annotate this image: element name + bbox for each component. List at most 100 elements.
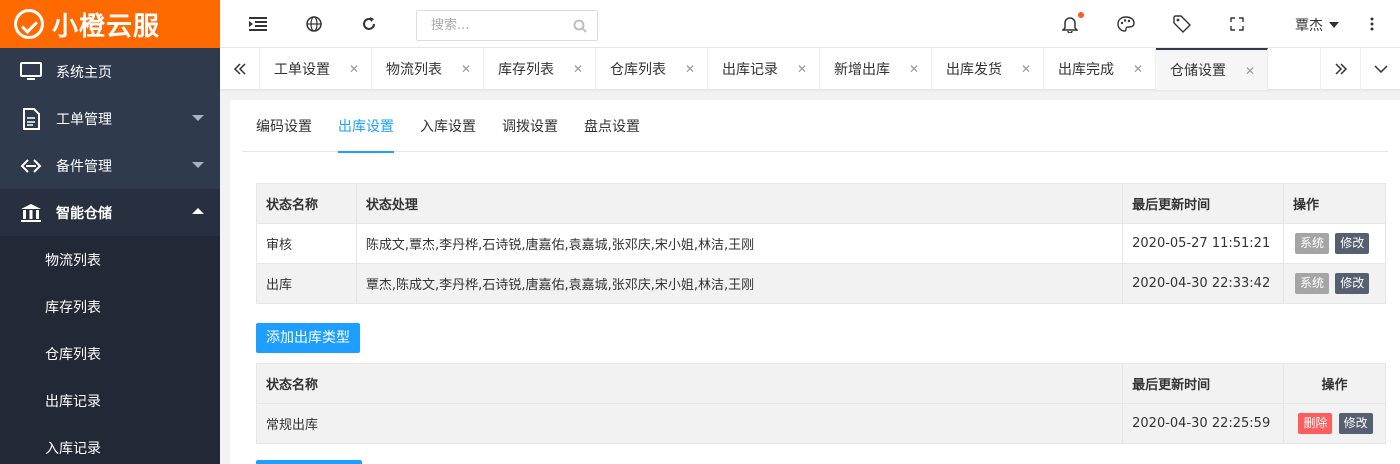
- globe-icon[interactable]: [304, 14, 324, 34]
- tab-label: 仓库列表: [610, 62, 666, 78]
- tag-icon[interactable]: [1172, 14, 1192, 34]
- tab-label: 出库记录: [722, 62, 778, 78]
- type-name: 常规出库: [255, 403, 1124, 444]
- submenu-item-inventory[interactable]: 库存列表: [0, 283, 220, 330]
- close-icon[interactable]: ✕: [1133, 62, 1143, 76]
- status-name: 审核: [256, 223, 357, 264]
- tab-outbound-records[interactable]: 出库记录 ✕: [708, 48, 820, 90]
- updated-time: 2020-05-27 11:51:21: [1122, 223, 1285, 264]
- row-actions: 系统 修改: [1283, 263, 1386, 304]
- notification-dot: [1078, 12, 1084, 18]
- table-row: 常规出库 2020-04-30 22:25:59 删除 修改: [255, 403, 1386, 444]
- chevron-down-icon: [192, 162, 204, 168]
- close-icon[interactable]: ✕: [461, 62, 471, 76]
- tab-label: 新增出库: [834, 62, 890, 78]
- refresh-icon[interactable]: [359, 14, 379, 34]
- system-button[interactable]: 系统: [1295, 233, 1330, 254]
- column-header: 状态名称: [256, 183, 357, 224]
- add-button-partial[interactable]: [256, 460, 362, 464]
- submenu-item-inbound-records[interactable]: 入库记录: [0, 424, 220, 464]
- edit-button[interactable]: 修改: [1335, 273, 1370, 294]
- tab-new-outbound[interactable]: 新增出库 ✕: [820, 48, 932, 90]
- logo-icon: [14, 9, 44, 39]
- top-bar: 覃杰: [220, 0, 1400, 48]
- updated-time: 2020-04-30 22:33:42: [1122, 263, 1285, 304]
- system-button[interactable]: 系统: [1295, 273, 1330, 294]
- delete-button[interactable]: 删除: [1298, 413, 1333, 434]
- palette-icon[interactable]: [1116, 14, 1136, 34]
- sidebar-item-label: 系统主页: [56, 64, 112, 81]
- submenu-item-logistics[interactable]: 物流列表: [0, 236, 220, 283]
- sidebar-item-label: 工单管理: [56, 111, 112, 128]
- close-icon[interactable]: ✕: [573, 62, 583, 76]
- subtab-stocktake-settings[interactable]: 盘点设置: [571, 100, 653, 152]
- tabs-scroll-right-icon[interactable]: [1320, 48, 1360, 90]
- subtab-code-settings[interactable]: 编码设置: [242, 100, 325, 152]
- search-box: [416, 10, 598, 41]
- submenu-item-warehouses[interactable]: 仓库列表: [0, 330, 220, 377]
- tab-label: 库存列表: [498, 62, 554, 78]
- search-input[interactable]: [417, 11, 567, 40]
- tab-warehouse-list[interactable]: 仓库列表 ✕: [596, 48, 708, 90]
- table-header-row: 状态名称 状态处理 最后更新时间 操作: [256, 183, 1386, 224]
- username: 覃杰: [1295, 18, 1323, 34]
- link-icon: [20, 155, 42, 177]
- fullscreen-icon[interactable]: [1227, 14, 1247, 34]
- bell-icon[interactable]: [1060, 12, 1084, 34]
- tabs-scroll-left-icon[interactable]: [220, 48, 260, 90]
- subtab-inbound-settings[interactable]: 入库设置: [407, 100, 489, 152]
- tab-storage-settings[interactable]: 仓储设置 ✕: [1156, 48, 1268, 90]
- sidebar-item-warehouse[interactable]: 智能仓储: [0, 189, 220, 236]
- page-tabs: 工单设置 ✕ 物流列表 ✕ 库存列表 ✕ 仓库列表 ✕ 出库记录 ✕ 新增出库 ✕ 出库发货…: [260, 48, 1268, 90]
- table-row: 出库 覃杰,陈成文,李丹桦,石诗锐,唐嘉佑,袁嘉城,张邓庆,宋小姐,林洁,王刚 …: [256, 263, 1386, 304]
- tab-inventory-list[interactable]: 库存列表 ✕: [484, 48, 596, 90]
- submenu-item-outbound-records[interactable]: 出库记录: [0, 377, 220, 424]
- sidebar-item-workorders[interactable]: 工单管理: [0, 95, 220, 142]
- brand-name: 小橙云服: [52, 11, 161, 42]
- column-header: 状态处理: [355, 183, 1124, 224]
- logo[interactable]: 小橙云服: [0, 0, 220, 48]
- chevron-down-icon: [192, 115, 204, 121]
- status-name: 出库: [256, 263, 357, 304]
- menu-collapse-icon[interactable]: [248, 14, 268, 34]
- status-handlers: 陈成文,覃杰,李丹桦,石诗锐,唐嘉佑,袁嘉城,张邓庆,宋小姐,林洁,王刚: [355, 223, 1124, 264]
- close-icon[interactable]: ✕: [1245, 64, 1255, 78]
- chevron-down-icon: [1329, 22, 1339, 28]
- table-header-row: 状态名称 最后更新时间 操作: [255, 363, 1386, 404]
- add-outbound-type-button[interactable]: 添加出库类型: [256, 323, 360, 353]
- sidebar-item-home[interactable]: 系统主页: [0, 48, 220, 95]
- tab-outbound-complete[interactable]: 出库完成 ✕: [1044, 48, 1156, 90]
- close-icon[interactable]: ✕: [909, 62, 919, 76]
- status-handlers: 覃杰,陈成文,李丹桦,石诗锐,唐嘉佑,袁嘉城,张邓庆,宋小姐,林洁,王刚: [355, 263, 1124, 304]
- sidebar: 小橙云服 系统主页 工单管理 备件管理 智能仓储 物流列表 库存列表 仓库列表 …: [0, 0, 220, 464]
- tab-label: 仓储设置: [1170, 63, 1226, 79]
- status-table: 状态名称 状态处理 最后更新时间 操作 审核 陈成文,覃杰,李丹桦,石诗锐,唐嘉…: [256, 183, 1386, 304]
- column-header: 操作: [1283, 363, 1386, 404]
- sidebar-item-spareparts[interactable]: 备件管理: [0, 142, 220, 189]
- subtab-outbound-settings[interactable]: 出库设置: [325, 100, 407, 153]
- chevron-up-icon: [192, 208, 204, 214]
- close-icon[interactable]: ✕: [1021, 62, 1031, 76]
- edit-button[interactable]: 修改: [1338, 413, 1373, 434]
- warehouse-submenu: 物流列表 库存列表 仓库列表 出库记录 入库记录: [0, 236, 220, 464]
- close-icon[interactable]: ✕: [349, 62, 359, 76]
- tab-workorder-settings[interactable]: 工单设置 ✕: [260, 48, 372, 90]
- tabs-menu-chevron-down-icon[interactable]: [1360, 48, 1400, 90]
- tab-logistics-list[interactable]: 物流列表 ✕: [372, 48, 484, 90]
- column-header: 状态名称: [255, 363, 1124, 404]
- monitor-icon: [20, 61, 42, 83]
- user-menu[interactable]: 覃杰: [1295, 15, 1339, 35]
- settings-card: 编码设置 出库设置 入库设置 调拨设置 盘点设置 状态名称 状态处理 最后更新时…: [230, 100, 1400, 464]
- more-vertical-icon[interactable]: [1362, 14, 1382, 34]
- edit-button[interactable]: 修改: [1335, 233, 1370, 254]
- tab-label: 出库发货: [946, 62, 1002, 78]
- column-header: 最后更新时间: [1122, 183, 1285, 224]
- updated-time: 2020-04-30 22:25:59: [1122, 403, 1285, 444]
- bank-icon: [20, 202, 42, 224]
- search-icon[interactable]: [573, 19, 587, 37]
- tab-outbound-shipping[interactable]: 出库发货 ✕: [932, 48, 1044, 90]
- close-icon[interactable]: ✕: [685, 62, 695, 76]
- subtab-transfer-settings[interactable]: 调拨设置: [489, 100, 571, 152]
- row-actions: 系统 修改: [1283, 223, 1386, 264]
- close-icon[interactable]: ✕: [797, 62, 807, 76]
